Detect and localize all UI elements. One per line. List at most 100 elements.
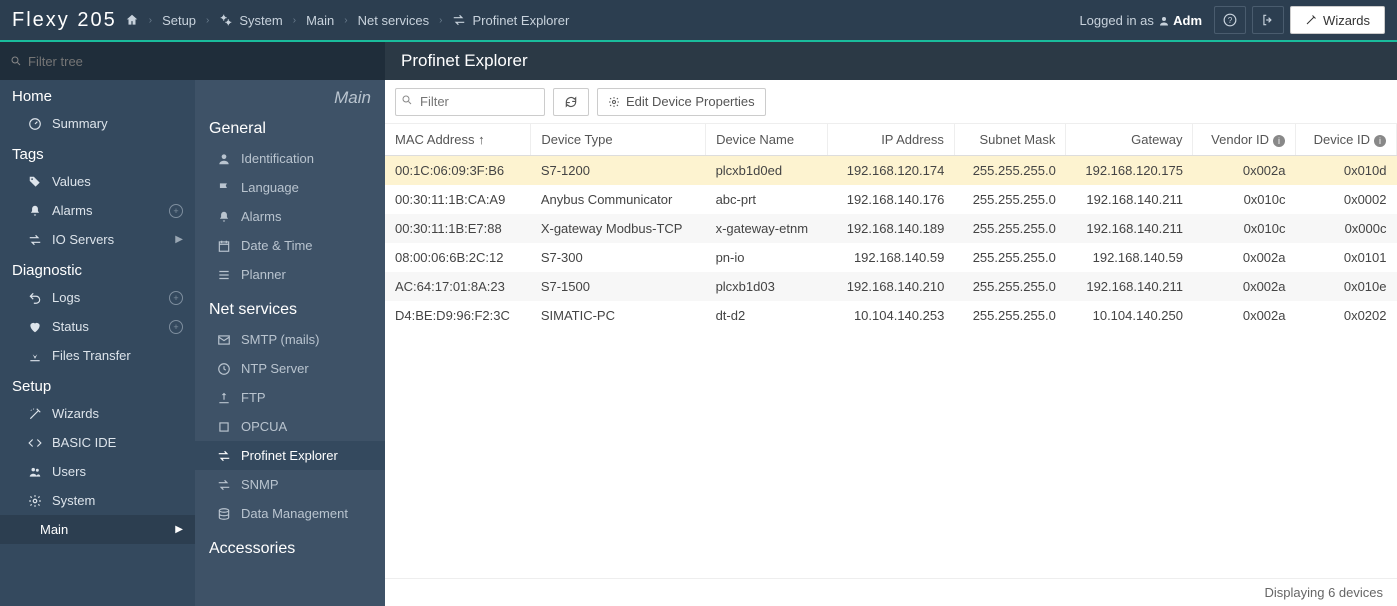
crumb-netservices[interactable]: Net services bbox=[358, 13, 430, 28]
crumb-profinet[interactable]: Profinet Explorer bbox=[452, 13, 569, 28]
subsidebar-item-profinet-explorer[interactable]: Profinet Explorer bbox=[195, 441, 385, 470]
col-subnet-mask[interactable]: Subnet Mask bbox=[954, 124, 1066, 156]
sidebar-item-system[interactable]: System bbox=[0, 486, 195, 515]
subsidebar-item-opcua[interactable]: OPCUA bbox=[195, 412, 385, 441]
subsidebar-item-smtp-mails-[interactable]: SMTP (mails) bbox=[195, 325, 385, 354]
download-icon bbox=[28, 349, 42, 363]
sidebar-section-home: Home bbox=[0, 80, 195, 109]
subsidebar-item-label: Data Management bbox=[241, 506, 348, 521]
subsidebar-item-planner[interactable]: Planner bbox=[195, 260, 385, 289]
sidebar-item-label: Main bbox=[40, 522, 68, 537]
table-row[interactable]: AC:64:17:01:8A:23S7-1500plcxb1d03192.168… bbox=[385, 272, 1397, 301]
logout-button[interactable] bbox=[1252, 6, 1284, 34]
sidebar-item-label: Logs bbox=[52, 290, 80, 305]
col-device-type[interactable]: Device Type bbox=[531, 124, 706, 156]
subsidebar-item-alarms[interactable]: Alarms bbox=[195, 202, 385, 231]
subsidebar-item-label: FTP bbox=[241, 390, 266, 405]
col-label: Device Type bbox=[541, 132, 612, 147]
cell: 00:30:11:1B:CA:A9 bbox=[385, 185, 531, 214]
subsidebar-item-date-time[interactable]: Date & Time bbox=[195, 231, 385, 260]
col-label: Device Name bbox=[716, 132, 794, 147]
cell: 0x0101 bbox=[1296, 243, 1397, 272]
cell: 0x002a bbox=[1193, 301, 1296, 330]
cell: 0x000c bbox=[1296, 214, 1397, 243]
sidebar-item-summary[interactable]: Summary bbox=[0, 109, 195, 138]
table-row[interactable]: 08:00:06:6B:2C:12S7-300pn-io192.168.140.… bbox=[385, 243, 1397, 272]
col-label: IP Address bbox=[881, 132, 944, 147]
cell: 192.168.140.211 bbox=[1066, 185, 1193, 214]
sidebar-item-alarms[interactable]: Alarms + bbox=[0, 196, 195, 225]
expand-badge[interactable]: + bbox=[169, 320, 183, 334]
col-device-id[interactable]: Device IDi bbox=[1296, 124, 1397, 156]
sidebar-item-status[interactable]: Status+ bbox=[0, 312, 195, 341]
subsidebar-item-data-management[interactable]: Data Management bbox=[195, 499, 385, 528]
cell: 255.255.255.0 bbox=[954, 156, 1066, 186]
sidebar-item-label: Alarms bbox=[52, 203, 92, 218]
exchange-icon bbox=[28, 233, 42, 247]
crumb-system[interactable]: System bbox=[219, 13, 282, 28]
table-row[interactable]: 00:1C:06:09:3F:B6S7-1200plcxb1d0ed192.16… bbox=[385, 156, 1397, 186]
sidebar-item-values[interactable]: Values bbox=[0, 167, 195, 196]
chevron-right-icon: › bbox=[344, 15, 347, 26]
sidebar-item-logs[interactable]: Logs + bbox=[0, 283, 195, 312]
content-pane: Profinet Explorer Edit Device Properties… bbox=[385, 80, 1397, 606]
crumb-main[interactable]: Main bbox=[306, 13, 334, 28]
table-row[interactable]: 00:30:11:1B:E7:88X-gateway Modbus-TCPx-g… bbox=[385, 214, 1397, 243]
sidebar-item-label: System bbox=[52, 493, 95, 508]
subsidebar-item-identification[interactable]: Identification bbox=[195, 144, 385, 173]
bell-icon bbox=[217, 210, 231, 224]
col-label: Subnet Mask bbox=[979, 132, 1055, 147]
cell: 255.255.255.0 bbox=[954, 185, 1066, 214]
device-filter-input[interactable] bbox=[395, 88, 545, 116]
edit-device-button[interactable]: Edit Device Properties bbox=[597, 88, 766, 116]
home-icon[interactable] bbox=[125, 13, 139, 27]
col-mac-address[interactable]: MAC Address ↑ bbox=[385, 124, 531, 156]
chevron-right-icon: ▶ bbox=[175, 524, 183, 535]
subsidebar-item-label: OPCUA bbox=[241, 419, 287, 434]
help-button[interactable]: ? bbox=[1214, 6, 1246, 34]
sidebar-item-files-transfer[interactable]: Files Transfer bbox=[0, 341, 195, 370]
col-device-name[interactable]: Device Name bbox=[706, 124, 828, 156]
clock-icon bbox=[217, 362, 231, 376]
sidebar-item-io-servers[interactable]: IO Servers▶ bbox=[0, 225, 195, 254]
info-icon[interactable]: i bbox=[1273, 135, 1285, 147]
sidebar-subitem-main[interactable]: Main ▶ bbox=[0, 515, 195, 544]
crumb-setup[interactable]: Setup bbox=[162, 13, 196, 28]
gear-icon bbox=[28, 494, 42, 508]
subsidebar-item-language[interactable]: Language bbox=[195, 173, 385, 202]
subsidebar-item-snmp[interactable]: SNMP bbox=[195, 470, 385, 499]
sidebar-item-basic-ide[interactable]: BASIC IDE bbox=[0, 428, 195, 457]
col-vendor-id[interactable]: Vendor IDi bbox=[1193, 124, 1296, 156]
sidebar-item-label: Values bbox=[52, 174, 91, 189]
top-right: Logged in as Adm ? Wizards bbox=[1079, 6, 1385, 34]
table-row[interactable]: 00:30:11:1B:CA:A9Anybus Communicatorabc-… bbox=[385, 185, 1397, 214]
subsidebar-item-ftp[interactable]: FTP bbox=[195, 383, 385, 412]
sidebar-item-users[interactable]: Users bbox=[0, 457, 195, 486]
subsidebar-item-ntp-server[interactable]: NTP Server bbox=[195, 354, 385, 383]
sidebar-section-diagnostic: Diagnostic bbox=[0, 254, 195, 283]
filter-tree-input[interactable] bbox=[28, 54, 378, 69]
refresh-button[interactable] bbox=[553, 88, 589, 116]
cell: 10.104.140.250 bbox=[1066, 301, 1193, 330]
tags-icon bbox=[28, 175, 42, 189]
col-gateway[interactable]: Gateway bbox=[1066, 124, 1193, 156]
chevron-right-icon: ▶ bbox=[175, 234, 183, 245]
gauge-icon bbox=[28, 117, 42, 131]
app-logo: Flexy 205 bbox=[12, 9, 117, 32]
subsidebar-item-label: Identification bbox=[241, 151, 314, 166]
col-ip-address[interactable]: IP Address bbox=[827, 124, 954, 156]
sidebar-item-label: Files Transfer bbox=[52, 348, 131, 363]
logged-in-text: Logged in as Adm bbox=[1079, 13, 1202, 28]
expand-badge[interactable]: + bbox=[169, 291, 183, 305]
expand-badge[interactable]: + bbox=[169, 204, 183, 218]
sidebar-item-label: Wizards bbox=[52, 406, 99, 421]
info-icon[interactable]: i bbox=[1374, 135, 1386, 147]
cell: 192.168.120.175 bbox=[1066, 156, 1193, 186]
cell: S7-1200 bbox=[531, 156, 706, 186]
subsidebar-item-label: SNMP bbox=[241, 477, 279, 492]
chevron-right-icon: › bbox=[206, 15, 209, 26]
table-row[interactable]: D4:BE:D9:96:F2:3CSIMATIC-PCdt-d210.104.1… bbox=[385, 301, 1397, 330]
wizards-button[interactable]: Wizards bbox=[1290, 6, 1385, 34]
sidebar-item-wizards[interactable]: Wizards bbox=[0, 399, 195, 428]
db-icon bbox=[217, 507, 231, 521]
